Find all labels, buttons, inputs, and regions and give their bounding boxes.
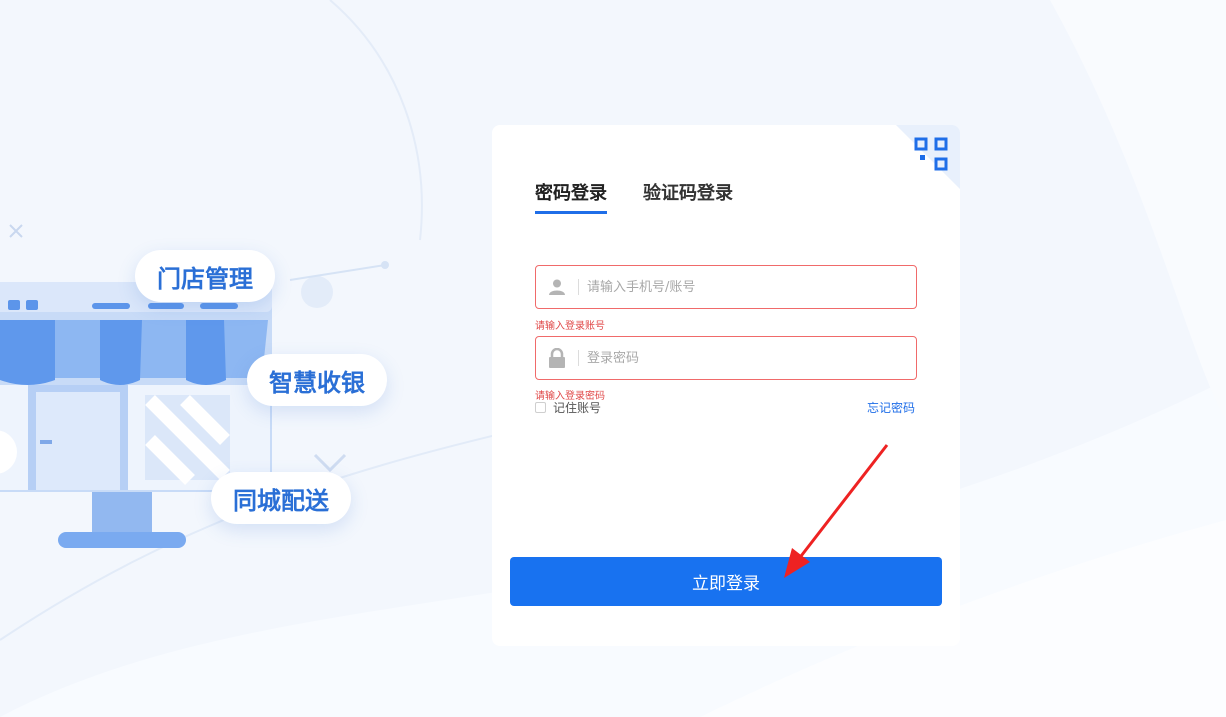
account-input[interactable] (587, 266, 916, 308)
account-error: 请输入登录账号 (535, 321, 605, 332)
user-icon (536, 266, 578, 308)
feature-smart-cashier: 智慧收银 (247, 354, 387, 406)
lock-icon (536, 337, 578, 379)
annotation-arrow (784, 444, 889, 578)
tab-code-login[interactable]: 验证码登录 (643, 179, 733, 214)
feature-store-management: 门店管理 (135, 250, 275, 302)
feature-local-delivery: 同城配送 (211, 472, 351, 524)
account-field (535, 265, 917, 309)
remember-label: 记住账号 (553, 401, 602, 415)
field-separator (578, 350, 579, 366)
field-separator (578, 279, 579, 295)
forgot-password-link[interactable]: 忘记密码 (867, 399, 915, 416)
remember-account[interactable]: 记住账号 (535, 399, 601, 416)
storefront-graphic (0, 224, 389, 548)
remember-checkbox[interactable] (535, 402, 546, 413)
password-field (535, 336, 917, 380)
store-illustration: 门店管理 智慧收银 同城配送 (0, 0, 460, 717)
qr-code-icon[interactable] (896, 125, 960, 189)
tab-password-login[interactable]: 密码登录 (535, 179, 607, 214)
password-input[interactable] (587, 337, 916, 379)
login-tabs: 密码登录 验证码登录 (535, 179, 769, 214)
